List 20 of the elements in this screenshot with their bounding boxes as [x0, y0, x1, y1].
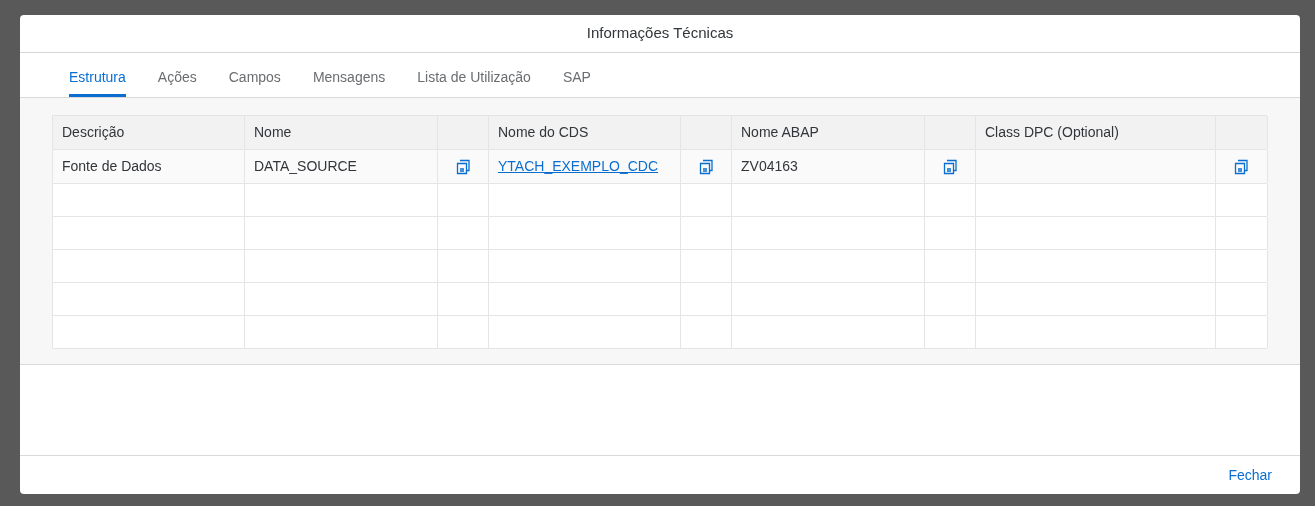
column-header: Nome: [254, 123, 292, 142]
column-header: Class DPC (Optional): [985, 123, 1119, 142]
cds-link[interactable]: YTACH_EXEMPLO_CDC: [498, 156, 658, 177]
tab[interactable]: Lista de Utilização: [417, 52, 531, 97]
table-cell-text: DATA_SOURCE: [254, 157, 357, 176]
table-cell-text: Fonte de Dados: [62, 157, 162, 176]
tab[interactable]: Mensagens: [312, 52, 386, 97]
dialog-title: Informações Técnicas: [586, 23, 734, 44]
column-header: Nome ABAP: [741, 123, 819, 142]
close-button[interactable]: Fechar: [1224, 464, 1276, 486]
copy-icon[interactable]: [698, 158, 714, 175]
copy-icon[interactable]: [455, 158, 471, 175]
column-header: Nome do CDS: [498, 123, 589, 142]
copy-icon[interactable]: [942, 158, 958, 175]
tab[interactable]: Ações: [157, 52, 197, 97]
table-cell-text: ZV04163: [741, 157, 798, 176]
tab[interactable]: SAP: [562, 52, 591, 97]
tab[interactable]: Campos: [228, 52, 281, 97]
column-header: Descrição: [62, 123, 125, 142]
copy-icon[interactable]: [1234, 158, 1249, 175]
